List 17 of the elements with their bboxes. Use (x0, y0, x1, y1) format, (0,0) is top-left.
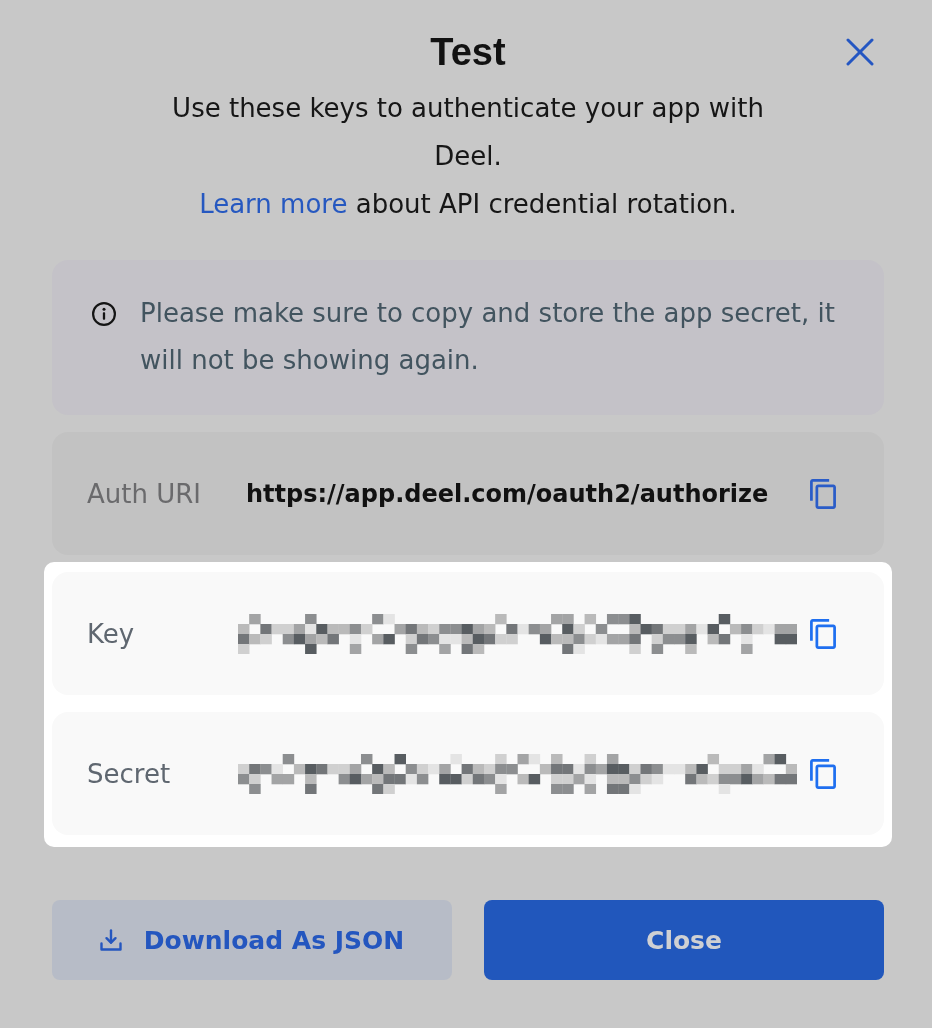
info-icon (92, 301, 116, 326)
dialog-title: Test (430, 30, 506, 75)
field-value: https://app.deel.com/oauth2/authorize (245, 479, 769, 508)
info-message: Please make sure to copy and store the app secret, it will not be showing again. (140, 297, 836, 377)
field-label: Key (87, 618, 136, 649)
rotation-note-text: Learn more about API credential rotation. (199, 188, 737, 221)
field-label: Secret (87, 758, 172, 789)
field-label: Auth URI (87, 478, 201, 509)
copy-icon[interactable] (810, 478, 836, 509)
close-button[interactable]: Close (484, 900, 884, 980)
close-icon[interactable] (846, 38, 874, 66)
download-icon (99, 929, 122, 951)
description-text: Use these keys to authenticate your app with Deel. (171, 92, 765, 173)
copy-icon[interactable] (810, 758, 836, 789)
download-button[interactable]: Download As JSON (52, 900, 452, 980)
learn-more-link[interactable]: Learn more (199, 189, 348, 219)
copy-icon[interactable] (810, 618, 836, 649)
